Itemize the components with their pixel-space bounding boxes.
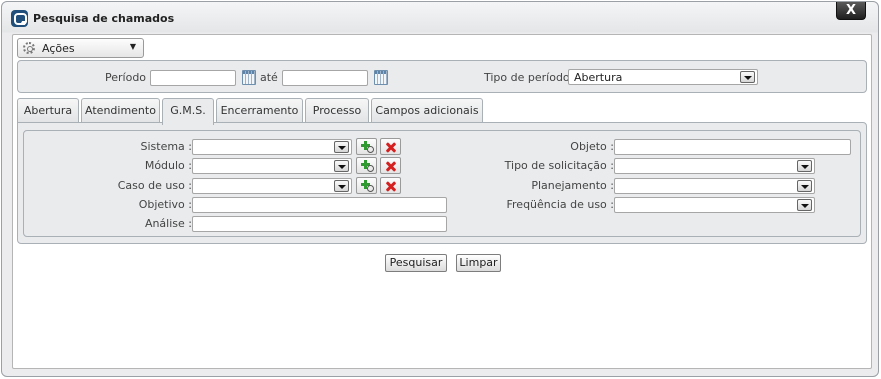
chevron-down-icon [797, 180, 812, 192]
close-button[interactable]: X [836, 2, 866, 20]
chevron-down-icon [740, 71, 755, 83]
modulo-select[interactable] [192, 158, 352, 174]
tab-processo[interactable]: Processo [305, 98, 369, 123]
analise-label: Análise : [144, 217, 192, 230]
sistema-select[interactable] [192, 139, 352, 155]
frequencia-label: Freqüência de uso : [506, 198, 615, 211]
caso-de-uso-select[interactable] [192, 178, 352, 194]
delete-icon[interactable] [380, 138, 401, 155]
add-search-icon[interactable] [356, 157, 377, 174]
add-search-icon[interactable] [356, 138, 377, 155]
calendar-icon[interactable] [242, 70, 256, 85]
period-end-input[interactable] [282, 70, 368, 86]
search-dialog: Pesquisa de chamados X Ações ▼ Período :… [1, 1, 879, 377]
delete-icon[interactable] [380, 157, 401, 174]
search-button[interactable]: Pesquisar [385, 254, 447, 272]
gear-icon [23, 42, 35, 54]
chevron-down-icon: ▼ [129, 42, 136, 51]
tab-gms[interactable]: G.M.S. [162, 98, 214, 125]
chevron-down-icon [797, 199, 812, 211]
period-type-select[interactable]: Abertura [568, 69, 758, 85]
modulo-label: Módulo : [144, 159, 192, 172]
gms-fields-group: Sistema : Módulo : Caso de uso : Objetiv… [23, 130, 861, 237]
tab-atendimento[interactable]: Atendimento [81, 98, 160, 123]
tab-abertura[interactable]: Abertura [17, 98, 79, 123]
period-start-input[interactable] [150, 70, 236, 86]
period-type-label: Tipo de período : [484, 71, 577, 84]
period-label: Período : [105, 71, 154, 84]
planejamento-label: Planejamento : [531, 179, 614, 192]
chevron-down-icon [797, 160, 812, 172]
dialog-content: Ações ▼ Período : até Tipo de período : … [12, 34, 872, 369]
title-bar: Pesquisa de chamados X [2, 2, 878, 34]
gms-tab-panel: Sistema : Módulo : Caso de uso : Objetiv… [17, 122, 867, 244]
tab-encerramento[interactable]: Encerramento [216, 98, 303, 123]
tipo-solicitacao-label: Tipo de solicitação : [504, 159, 614, 172]
objeto-input[interactable] [614, 139, 851, 155]
period-type-value: Abertura [574, 71, 623, 84]
delete-icon[interactable] [380, 177, 401, 194]
add-search-icon[interactable] [356, 177, 377, 194]
ate-label: até [260, 71, 278, 84]
calendar-icon[interactable] [374, 70, 388, 85]
period-panel: Período : até Tipo de período : Abertura [17, 60, 867, 93]
window-title: Pesquisa de chamados [33, 12, 175, 25]
actions-label: Ações [42, 42, 75, 55]
actions-menu-button[interactable]: Ações ▼ [17, 38, 144, 58]
chevron-down-icon [334, 160, 349, 172]
clear-button[interactable]: Limpar [456, 254, 501, 272]
planejamento-select[interactable] [614, 178, 815, 194]
tab-campos-adicionais[interactable]: Campos adicionais [371, 98, 483, 123]
sistema-label: Sistema : [140, 140, 192, 153]
chevron-down-icon [334, 141, 349, 153]
tipo-solicitacao-select[interactable] [614, 158, 815, 174]
objeto-label: Objeto : [570, 140, 614, 153]
caso-de-uso-label: Caso de uso : [117, 179, 192, 192]
objetivo-label: Objetivo : [138, 198, 192, 211]
chat-window-icon [11, 10, 28, 27]
frequencia-select[interactable] [614, 197, 815, 213]
chevron-down-icon [334, 180, 349, 192]
objetivo-input[interactable] [192, 197, 447, 213]
analise-input[interactable] [192, 216, 447, 232]
